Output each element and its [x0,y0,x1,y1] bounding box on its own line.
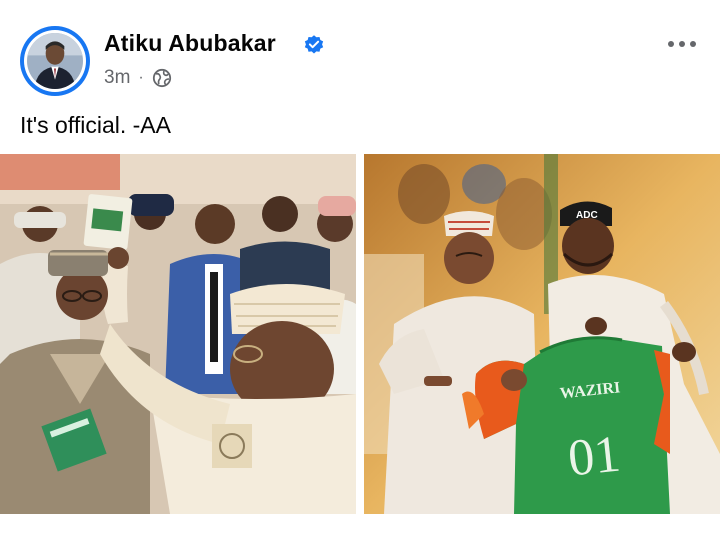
post-header: Atiku Abubakar 3m · [0,0,720,100]
author-name[interactable]: Atiku Abubakar [104,30,276,57]
post-meta: 3m · [104,66,172,90]
more-dot [668,41,674,47]
jersey-number: 01 [565,425,623,487]
author-avatar[interactable] [20,26,90,96]
photo-jersey-illustration: ADC WAZIRI 01 [364,154,720,514]
post-photo-right[interactable]: ADC WAZIRI 01 [364,154,720,514]
more-dot [679,41,685,47]
globe-icon[interactable] [152,68,172,88]
more-options-icon[interactable] [664,34,700,54]
avatar-ring [24,30,86,92]
post-text: It's official. -AA [20,112,171,138]
post-footer-space [0,514,720,534]
more-dot [690,41,696,47]
avatar-photo [27,33,83,89]
photo-crowd-illustration [0,154,356,514]
meta-separator: · [138,69,144,86]
verified-badge-icon [304,35,324,54]
post-photo-left[interactable] [0,154,356,514]
post-timestamp[interactable]: 3m [104,67,130,89]
